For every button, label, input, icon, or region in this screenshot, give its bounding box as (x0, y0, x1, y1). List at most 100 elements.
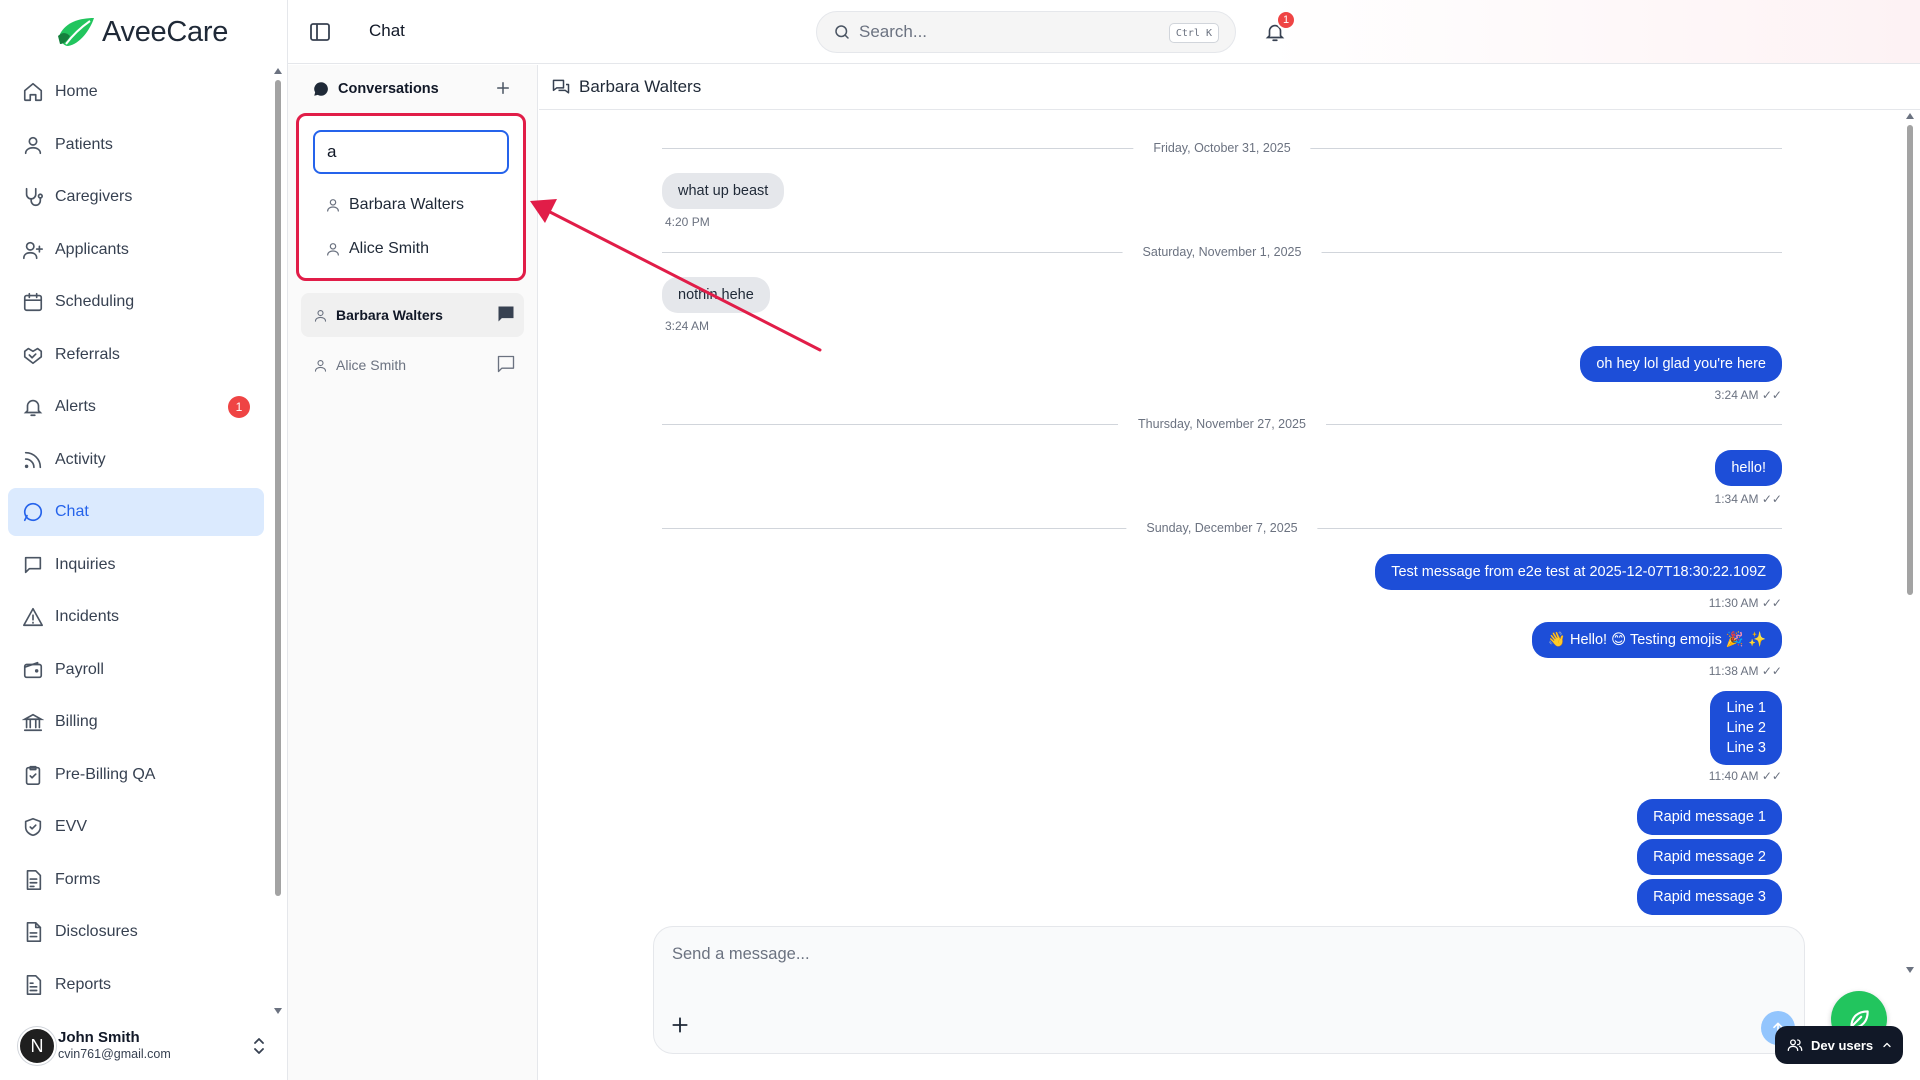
message-bubble-multiline: Line 1 Line 2 Line 3 (1710, 691, 1782, 765)
sidebar-item-inquiries[interactable]: Inquiries (8, 541, 264, 589)
leaf-logo-icon (58, 18, 94, 46)
message-bubble-outgoing: hello! (1715, 450, 1782, 486)
conversation-item-alice-smith[interactable]: Alice Smith (301, 343, 524, 387)
chat-panel: Barbara Walters Friday, October 31, 2025… (539, 65, 1920, 1080)
new-conversation-plus-icon[interactable] (494, 79, 512, 97)
message-timestamp: 11:38 AM ✓✓ (1708, 664, 1782, 678)
message-timestamp: 1:34 AM ✓✓ (1714, 492, 1782, 506)
bell-icon (23, 399, 43, 417)
sidebar-item-pre-billing-qa[interactable]: Pre-Billing QA (8, 751, 264, 799)
chevrons-up-down-icon (254, 1038, 264, 1054)
date-divider-label: Thursday, November 27, 2025 (1118, 417, 1326, 431)
file-lines-icon (26, 974, 42, 995)
sidebar-item-patients[interactable]: Patients (8, 121, 264, 169)
scrollbar-thumb[interactable] (1907, 125, 1913, 595)
sidebar-toggle-icon[interactable] (308, 20, 332, 44)
message-line: Line 1 (1726, 700, 1766, 716)
search-result-barbara-walters[interactable]: Barbara Walters (325, 193, 464, 217)
search-icon (835, 25, 849, 39)
new-conversation-search-popover: a Barbara Walters Alice Smith (296, 113, 526, 281)
sidebar-item-label: Scheduling (55, 293, 135, 310)
file-text-icon (26, 869, 42, 890)
users-icon (1787, 1039, 1803, 1051)
sidebar-item-disclosures[interactable]: Disclosures (8, 908, 264, 956)
message-circle-icon (23, 502, 43, 522)
sidebar-item-label: Pre-Billing QA (55, 765, 156, 783)
sidebar-item-incidents[interactable]: Incidents (8, 593, 264, 641)
sidebar-scrollbar[interactable] (274, 66, 282, 1014)
message-filled-icon (498, 306, 514, 322)
chat-contact-name: Barbara Walters (579, 77, 702, 96)
date-divider: Sunday, December 7, 2025 (662, 518, 1782, 538)
sidebar-item-label: Inquiries (55, 555, 116, 573)
sidebar-item-reports[interactable]: Reports (8, 961, 264, 1009)
search-result-label: Barbara Walters (349, 196, 464, 213)
user-account-menu[interactable]: N John Smith cvin761@gmail.com (18, 1024, 276, 1068)
messages-scrollbar[interactable] (1905, 111, 1915, 975)
sidebar-item-activity[interactable]: Activity (8, 436, 264, 484)
sidebar-item-label: Forms (55, 870, 101, 888)
sidebar-item-label: Incidents (55, 608, 120, 625)
message-composer[interactable]: Send a message... (653, 926, 1805, 1054)
sidebar-item-billing[interactable]: Billing (8, 698, 264, 746)
user-plus-icon (23, 241, 43, 259)
conversation-bubble-icon (314, 82, 328, 96)
shield-check-icon (24, 817, 42, 837)
sidebar-item-scheduling[interactable]: Scheduling (8, 278, 264, 326)
chevron-up-icon (1883, 1042, 1891, 1048)
sidebar-item-caregivers[interactable]: Caregivers (8, 173, 264, 221)
date-divider: Thursday, November 27, 2025 (662, 414, 1782, 434)
conversation-item-barbara-walters[interactable]: Barbara Walters (301, 293, 524, 337)
home-icon (23, 82, 43, 102)
avatar: N (18, 1027, 56, 1065)
sidebar-item-label: Referrals (55, 345, 120, 363)
message-timestamp: 4:20 PM (665, 215, 710, 229)
alert-triangle-icon (23, 607, 43, 627)
search-placeholder: Search... (859, 22, 928, 41)
search-result-alice-smith[interactable]: Alice Smith (325, 237, 429, 261)
sidebar-item-forms[interactable]: Forms (8, 856, 264, 904)
scroll-down-arrow-icon[interactable] (1906, 967, 1914, 973)
page-title: Chat (369, 21, 405, 40)
message-timestamp: 3:24 AM (665, 319, 710, 333)
message-outline-icon (497, 355, 515, 373)
message-bubble-outgoing: oh hey lol glad you're here (1580, 346, 1782, 382)
sidebar-item-chat[interactable]: Chat (8, 488, 264, 536)
sidebar-item-alerts[interactable]: Alerts 1 (8, 383, 264, 431)
brand-logo[interactable]: AveeCare (56, 14, 228, 50)
attach-plus-icon[interactable] (670, 1015, 690, 1035)
scroll-up-arrow-icon[interactable] (1906, 113, 1914, 119)
sidebar-item-label: Home (55, 83, 98, 100)
user-icon (327, 199, 339, 212)
search-shortcut-hint: Ctrl K (1168, 23, 1219, 43)
scrollbar-thumb[interactable] (275, 80, 281, 896)
message-input-placeholder: Send a message... (672, 945, 810, 963)
scroll-up-arrow-icon[interactable] (274, 68, 282, 74)
global-search-input[interactable]: Search... Ctrl K (816, 11, 1236, 53)
scroll-down-arrow-icon[interactable] (274, 1008, 282, 1014)
user-name: John Smith (58, 1029, 140, 1046)
message-bubble-outgoing: Rapid message 2 (1637, 839, 1782, 875)
message-square-icon (24, 556, 42, 573)
message-timestamp: 11:30 AM ✓✓ (1708, 596, 1782, 610)
sidebar-item-home[interactable]: Home (8, 68, 264, 116)
dev-users-label: Dev users (1811, 1037, 1874, 1053)
top-bar: Chat Search... Ctrl K 1 (288, 0, 1920, 64)
sidebar-item-evv[interactable]: EVV (8, 803, 264, 851)
alerts-count-badge: 1 (228, 396, 250, 418)
dev-users-toggle[interactable]: Dev users (1775, 1026, 1903, 1064)
date-divider-label: Saturday, November 1, 2025 (1122, 245, 1322, 259)
sidebar-item-label: Patients (55, 135, 113, 153)
brand-name: AveeCare (102, 15, 229, 48)
sidebar-item-label: Applicants (55, 240, 129, 258)
user-icon (314, 359, 327, 372)
file-icon (26, 922, 42, 942)
sidebar-item-applicants[interactable]: Applicants (8, 226, 264, 274)
notifications-count-badge: 1 (1276, 10, 1296, 30)
conversation-name: Barbara Walters (336, 307, 443, 323)
sidebar-item-referrals[interactable]: Referrals (8, 331, 264, 379)
user-search-input[interactable]: a (313, 130, 509, 174)
search-result-label: Alice Smith (349, 240, 430, 257)
user-icon (314, 309, 327, 322)
sidebar-item-payroll[interactable]: Payroll (8, 646, 264, 694)
